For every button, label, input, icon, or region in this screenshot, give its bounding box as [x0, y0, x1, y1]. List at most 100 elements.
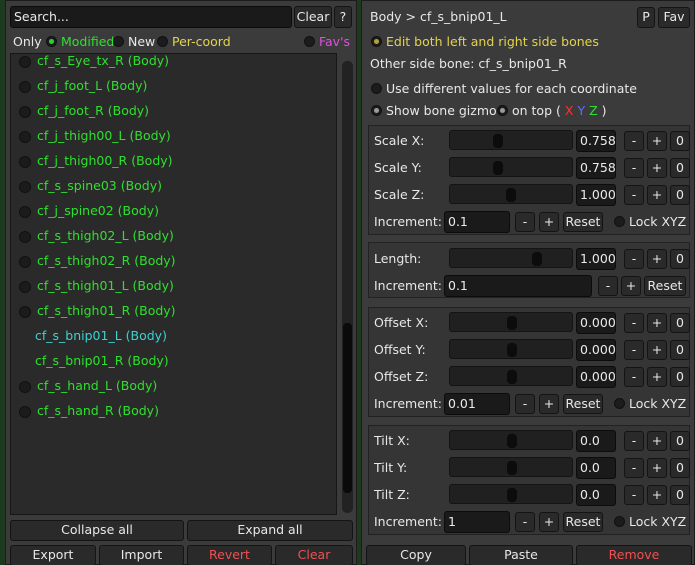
scale-increment-plus-button[interactable]: +	[539, 212, 559, 232]
p-button[interactable]: P	[637, 7, 655, 28]
length-zero-button[interactable]: 0	[670, 249, 690, 269]
fav-button[interactable]: Fav	[658, 7, 690, 28]
edit-both-toggle[interactable]: Edit both left and right side bones	[371, 34, 599, 49]
offset-increment-minus-button[interactable]: -	[515, 394, 535, 414]
tilt-increment-plus-button[interactable]: +	[539, 512, 559, 532]
length-field[interactable]: 1.000	[576, 248, 616, 270]
collapse-all-button[interactable]: Collapse all	[10, 520, 184, 541]
offset-y-zero-button[interactable]: 0	[670, 340, 690, 360]
scale-y-field[interactable]: 0.758	[576, 157, 616, 179]
tilt-y-slider[interactable]	[449, 457, 573, 477]
list-item[interactable]: cf_s_hand_L (Body)	[11, 376, 331, 396]
filter-new[interactable]: New	[113, 34, 155, 49]
scale-x-minus-button[interactable]: -	[624, 131, 644, 151]
list-item[interactable]: cf_s_spine03 (Body)	[11, 176, 331, 196]
offset-y-minus-button[interactable]: -	[624, 340, 644, 360]
filter-favs[interactable]: Fav's	[304, 34, 350, 49]
tilt-x-zero-button[interactable]: 0	[670, 431, 690, 451]
tilt-x-plus-button[interactable]: +	[647, 431, 667, 451]
search-input[interactable]: Search...	[10, 6, 292, 28]
scale-z-zero-button[interactable]: 0	[670, 185, 690, 205]
export-button[interactable]: Export	[10, 545, 96, 565]
scale-z-plus-button[interactable]: +	[647, 185, 667, 205]
offset-z-plus-button[interactable]: +	[647, 367, 667, 387]
scale-x-field[interactable]: 0.758	[576, 130, 616, 152]
tilt-z-minus-button[interactable]: -	[624, 485, 644, 505]
offset-z-slider[interactable]	[449, 366, 573, 386]
import-button[interactable]: Import	[99, 545, 184, 565]
clear-all-button[interactable]: Clear	[275, 545, 353, 565]
offset-x-zero-button[interactable]: 0	[670, 313, 690, 333]
tilt-x-minus-button[interactable]: -	[624, 431, 644, 451]
scale-x-plus-button[interactable]: +	[647, 131, 667, 151]
tilt-increment-minus-button[interactable]: -	[515, 512, 535, 532]
offset-increment-plus-button[interactable]: +	[539, 394, 559, 414]
on-top-toggle[interactable]: on top	[497, 103, 552, 118]
scale-increment-minus-button[interactable]: -	[515, 212, 535, 232]
slider-knob[interactable]	[493, 161, 503, 175]
slider-knob[interactable]	[507, 316, 517, 330]
offset-z-field[interactable]: 0.000	[576, 366, 616, 388]
slider-knob[interactable]	[507, 488, 517, 502]
tilt-lock-xyz-toggle[interactable]: Lock XYZ	[614, 514, 686, 529]
expand-all-button[interactable]: Expand all	[187, 520, 353, 541]
offset-x-plus-button[interactable]: +	[647, 313, 667, 333]
offset-reset-button[interactable]: Reset	[563, 394, 603, 414]
paste-button[interactable]: Paste	[469, 545, 573, 565]
scale-x-zero-button[interactable]: 0	[670, 131, 690, 151]
length-reset-button[interactable]: Reset	[644, 276, 686, 296]
offset-y-field[interactable]: 0.000	[576, 339, 616, 361]
offset-x-slider[interactable]	[449, 312, 573, 332]
tilt-x-field[interactable]: 0.0	[576, 430, 616, 452]
scale-z-slider[interactable]	[449, 184, 573, 204]
length-minus-button[interactable]: -	[624, 249, 644, 269]
scale-y-plus-button[interactable]: +	[647, 158, 667, 178]
list-item[interactable]: cf_s_hand_R (Body)	[11, 401, 331, 421]
scale-y-slider[interactable]	[449, 157, 573, 177]
list-item[interactable]: cf_s_thigh01_R (Body)	[11, 301, 331, 321]
list-item[interactable]: cf_j_thigh00_R (Body)	[11, 151, 331, 171]
scale-z-minus-button[interactable]: -	[624, 185, 644, 205]
tilt-z-zero-button[interactable]: 0	[670, 485, 690, 505]
tilt-z-field[interactable]: 0.0	[576, 484, 616, 506]
list-item[interactable]: cf_s_bnip01_R (Body)	[11, 351, 331, 371]
offset-y-plus-button[interactable]: +	[647, 340, 667, 360]
length-plus-button[interactable]: +	[647, 249, 667, 269]
slider-knob[interactable]	[493, 134, 503, 148]
slider-knob[interactable]	[507, 370, 517, 384]
length-increment-plus-button[interactable]: +	[621, 276, 641, 296]
length-increment-minus-button[interactable]: -	[598, 276, 618, 296]
remove-button[interactable]: Remove	[576, 545, 692, 565]
length-slider[interactable]	[449, 248, 573, 268]
bone-list[interactable]: cf_s_Eye_tx_R (Body) cf_j_foot_L (Body) …	[10, 53, 337, 515]
tilt-y-zero-button[interactable]: 0	[670, 458, 690, 478]
offset-y-slider[interactable]	[449, 339, 573, 359]
slider-knob[interactable]	[507, 461, 517, 475]
list-item[interactable]: cf_s_Eye_tx_R (Body)	[11, 54, 331, 71]
list-item-selected[interactable]: cf_s_bnip01_L (Body)	[11, 326, 331, 346]
scale-y-zero-button[interactable]: 0	[670, 158, 690, 178]
filter-per-coord[interactable]: Per-coord	[157, 34, 231, 49]
list-item[interactable]: cf_s_thigh02_L (Body)	[11, 226, 331, 246]
slider-knob[interactable]	[506, 188, 516, 202]
list-item[interactable]: cf_j_thigh00_L (Body)	[11, 126, 331, 146]
bone-list-scrollbar[interactable]	[342, 61, 353, 513]
list-item[interactable]: cf_s_thigh02_R (Body)	[11, 251, 331, 271]
filter-modified[interactable]: Modified	[46, 34, 114, 49]
scrollbar-thumb[interactable]	[343, 323, 352, 493]
list-item[interactable]: cf_j_foot_L (Body)	[11, 76, 331, 96]
revert-button[interactable]: Revert	[187, 545, 272, 565]
scale-z-field[interactable]: 1.000	[576, 184, 616, 206]
offset-z-zero-button[interactable]: 0	[670, 367, 690, 387]
copy-button[interactable]: Copy	[366, 545, 466, 565]
scale-x-slider[interactable]	[449, 130, 573, 150]
tilt-x-slider[interactable]	[449, 430, 573, 450]
scale-lock-xyz-toggle[interactable]: Lock XYZ	[614, 214, 686, 229]
help-button[interactable]: ?	[334, 6, 352, 28]
tilt-y-field[interactable]: 0.0	[576, 457, 616, 479]
offset-z-minus-button[interactable]: -	[624, 367, 644, 387]
list-item[interactable]: cf_j_spine02 (Body)	[11, 201, 331, 221]
tilt-z-plus-button[interactable]: +	[647, 485, 667, 505]
use-different-values-toggle[interactable]: Use different values for each coordinate	[371, 81, 637, 96]
offset-lock-xyz-toggle[interactable]: Lock XYZ	[614, 396, 686, 411]
